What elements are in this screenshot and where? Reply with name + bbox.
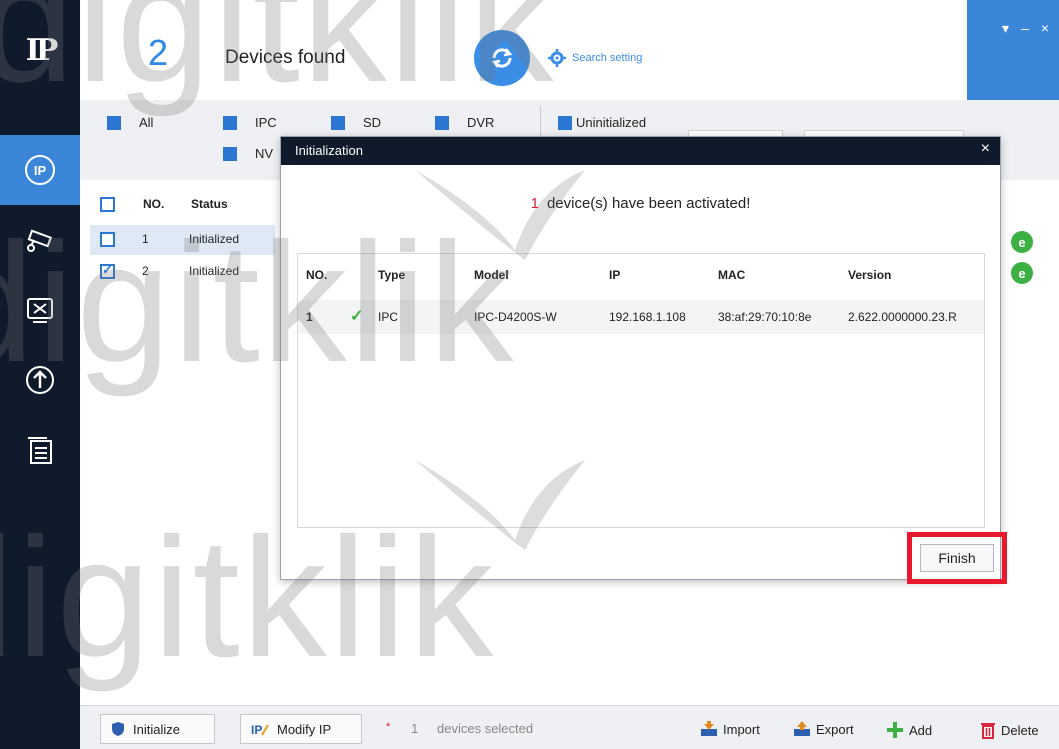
tools-nav-icon[interactable]: [0, 275, 80, 345]
filter-label: DVR: [467, 115, 495, 130]
activated-devices-table: NO. Type Model IP MAC Version 1 ✓ IPC IP…: [297, 253, 985, 528]
dialog-title-bar: Initialization ×: [281, 137, 1000, 165]
modify-ip-button[interactable]: IP Modify IP: [240, 714, 362, 744]
filter-checkbox[interactable]: [435, 115, 449, 130]
selected-star: *: [386, 721, 391, 733]
bottom-toolbar: Initialize IP Modify IP * 1 devices sele…: [80, 705, 1059, 749]
modify-ip-icon: IP: [251, 723, 269, 737]
trash-icon: [981, 723, 995, 739]
initialize-button[interactable]: Initialize: [100, 714, 215, 744]
initialize-label: Initialize: [133, 721, 180, 737]
row-mac: 38:af:29:70:10:8e: [718, 310, 812, 324]
filter-label: IPC: [255, 115, 277, 130]
refresh-search-button[interactable]: [474, 30, 530, 86]
column-header-mac: MAC: [718, 268, 746, 282]
export-label: Export: [816, 721, 854, 737]
export-button[interactable]: Export: [793, 721, 854, 737]
column-header-no: NO.: [306, 268, 328, 282]
activation-message: 1 device(s) have been activated!: [281, 195, 1000, 212]
window-controls: ▾ – ×: [967, 0, 1059, 100]
selected-count: 1: [411, 721, 419, 736]
row-type: IPC: [378, 310, 399, 324]
table-row[interactable]: 1 ✓ IPC IPC-D4200S-W 192.168.1.108 38:af…: [298, 300, 984, 334]
column-header-type: Type: [378, 268, 406, 282]
add-label: Add: [909, 722, 933, 738]
search-setting-link[interactable]: Search setting: [548, 49, 642, 67]
log-nav-icon[interactable]: [0, 415, 80, 485]
delete-button[interactable]: Delete: [980, 721, 1039, 739]
column-header-version: Version: [848, 268, 892, 282]
filter-checkbox[interactable]: [223, 115, 237, 130]
camera-nav-icon[interactable]: [0, 205, 80, 275]
import-button[interactable]: Import: [700, 721, 760, 737]
filter-checkbox[interactable]: [223, 146, 237, 161]
modify-ip-label: Modify IP: [277, 721, 332, 737]
row-ip: 192.168.1.108: [609, 310, 686, 324]
header: 2 Devices found Search setting ▾ – ×: [80, 0, 1059, 100]
finish-highlight: Finish: [907, 532, 1007, 584]
add-button[interactable]: Add: [886, 721, 932, 739]
dialog-title: Initialization: [295, 143, 363, 158]
delete-label: Delete: [1001, 722, 1039, 738]
row-checkbox[interactable]: [100, 262, 115, 279]
plus-icon: [887, 722, 903, 738]
filter-label: Uninitialized: [576, 115, 647, 130]
filter-label: NV: [255, 146, 274, 161]
dialog-close-icon[interactable]: ×: [981, 140, 990, 158]
filter-nvr[interactable]: NV: [223, 146, 273, 161]
filter-divider: [540, 106, 541, 136]
filter-label: All: [139, 115, 154, 130]
upgrade-nav-icon[interactable]: [0, 345, 80, 415]
row-checkbox[interactable]: [100, 232, 115, 247]
row-status: Initialized: [189, 264, 240, 278]
select-all-checkbox[interactable]: [100, 197, 115, 212]
filter-checkbox[interactable]: [331, 115, 345, 130]
row-no: 2: [142, 264, 149, 278]
export-icon: [794, 721, 810, 736]
row-status: Initialized: [189, 232, 240, 246]
filter-checkbox[interactable]: [107, 115, 121, 130]
column-header-status: Status: [191, 197, 228, 211]
initialization-dialog: Initialization × 1 device(s) have been ac…: [280, 136, 1007, 584]
refresh-icon: [491, 48, 513, 68]
row-version: 2.622.0000000.23.R: [848, 310, 957, 324]
sidebar: IP IP: [0, 0, 80, 749]
shield-icon: [112, 722, 124, 736]
close-window-icon[interactable]: ×: [1041, 20, 1049, 100]
menu-dropdown-icon[interactable]: ▾: [1002, 20, 1009, 100]
table-row[interactable]: 1 Initialized: [90, 225, 275, 255]
gear-icon: [548, 49, 566, 67]
column-header-model: Model: [474, 268, 509, 282]
svg-text:IP: IP: [251, 723, 262, 737]
filter-dvr[interactable]: DVR: [435, 115, 494, 130]
row-no: 1: [306, 310, 313, 324]
filter-uninitialized[interactable]: Uninitialized: [558, 115, 646, 130]
filter-sd[interactable]: SD: [331, 115, 381, 130]
devices-found-label: Devices found: [225, 47, 346, 68]
row-model: IPC-D4200S-W: [474, 310, 557, 324]
row-no: 1: [142, 232, 149, 246]
column-header-ip: IP: [609, 268, 621, 282]
filter-label: SD: [363, 115, 382, 130]
import-label: Import: [723, 721, 760, 737]
search-setting-label: Search setting: [572, 52, 643, 64]
finish-button[interactable]: Finish: [920, 544, 994, 572]
filter-all[interactable]: All: [107, 115, 153, 130]
svg-text:IP: IP: [34, 163, 47, 178]
filter-checkbox[interactable]: [558, 115, 572, 130]
table-row[interactable]: 2 Initialized: [90, 257, 275, 287]
column-header-no: NO.: [143, 197, 165, 211]
activated-text: device(s) have been activated!: [546, 195, 751, 212]
import-icon: [701, 721, 717, 736]
activated-count: 1: [530, 195, 539, 212]
devices-selected-label: devices selected: [437, 721, 534, 736]
check-icon: ✓: [350, 308, 364, 325]
ip-search-nav-icon[interactable]: IP: [0, 135, 80, 205]
edit-icon[interactable]: e: [1011, 262, 1033, 284]
edit-icon[interactable]: e: [1011, 231, 1033, 253]
device-count: 2: [148, 32, 169, 73]
app-logo: IP: [25, 32, 59, 68]
filter-ipc[interactable]: IPC: [223, 115, 277, 130]
minimize-icon[interactable]: –: [1021, 20, 1029, 100]
